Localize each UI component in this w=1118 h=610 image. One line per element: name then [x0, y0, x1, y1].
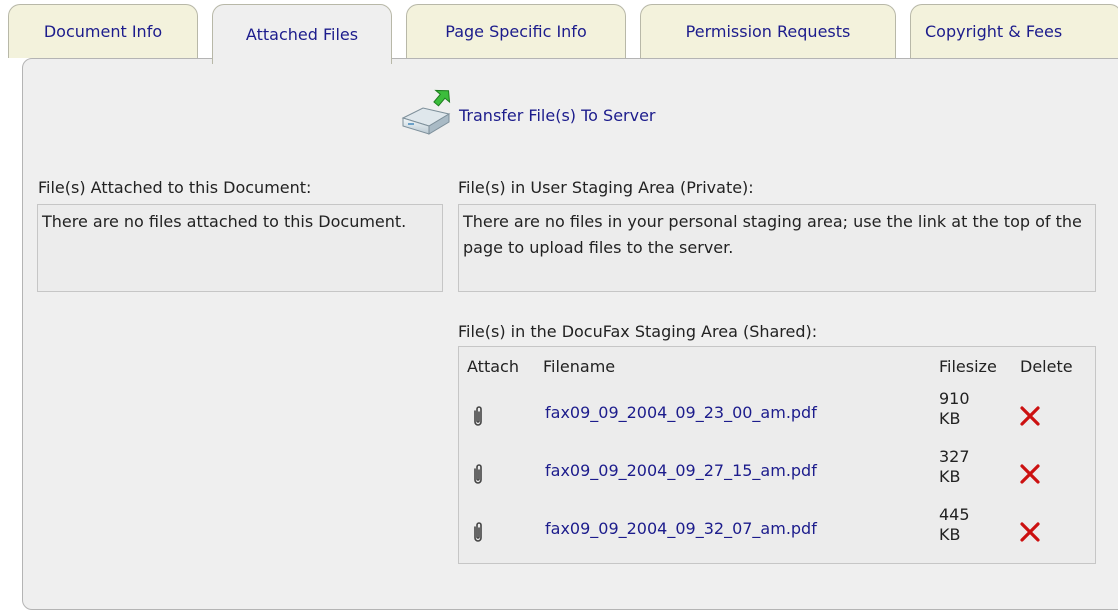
filename-link[interactable]: fax09_09_2004_09_32_07_am.pdf [545, 519, 817, 538]
filesize-number: 445 [939, 505, 970, 524]
column-header-filename: Filename [543, 357, 616, 376]
column-header-filesize: Filesize [939, 357, 997, 376]
filesize-value: 910 KB [939, 389, 979, 429]
delete-x-icon[interactable] [1019, 463, 1041, 489]
tab-attached-files[interactable]: Attached Files [212, 4, 392, 64]
tab-document-info[interactable]: Document Info [8, 4, 198, 58]
shared-staging-heading: File(s) in the DocuFax Staging Area (Sha… [458, 322, 818, 341]
delete-x-icon[interactable] [1019, 405, 1041, 431]
tab-page-specific-info[interactable]: Page Specific Info [406, 4, 626, 58]
tab-label: Permission Requests [685, 22, 851, 41]
table-row: fax09_09_2004_09_27_15_am.pdf 327 KB [459, 447, 1095, 505]
user-staging-empty-text: There are no files in your personal stag… [463, 212, 1082, 257]
paperclip-icon[interactable] [472, 521, 484, 547]
shared-staging-table: Attach Filename Filesize Delete fax09_09… [458, 346, 1096, 564]
filesize-number: 910 [939, 389, 970, 408]
column-header-delete: Delete [1020, 357, 1073, 376]
filename-link[interactable]: fax09_09_2004_09_23_00_am.pdf [545, 403, 817, 422]
tab-bar: Document Info Attached Files Page Specif… [0, 0, 1118, 64]
tab-label: Page Specific Info [445, 22, 587, 41]
upload-drive-icon [399, 84, 455, 144]
transfer-files-link[interactable]: Transfer File(s) To Server [399, 86, 656, 142]
attached-files-box: There are no files attached to this Docu… [37, 204, 443, 292]
delete-x-icon[interactable] [1019, 521, 1041, 547]
tab-label: Copyright & Fees [925, 22, 1063, 41]
attached-files-empty-text: There are no files attached to this Docu… [42, 212, 407, 231]
paperclip-icon[interactable] [472, 405, 484, 431]
filesize-unit: KB [939, 525, 961, 544]
filename-link[interactable]: fax09_09_2004_09_27_15_am.pdf [545, 461, 817, 480]
tab-label: Document Info [43, 22, 163, 41]
filesize-number: 327 [939, 447, 970, 466]
table-row: fax09_09_2004_09_23_00_am.pdf 910 KB [459, 389, 1095, 447]
user-staging-heading: File(s) in User Staging Area (Private): [458, 178, 754, 197]
attached-files-heading: File(s) Attached to this Document: [38, 178, 312, 197]
filesize-value: 327 KB [939, 447, 979, 487]
filesize-value: 445 KB [939, 505, 979, 545]
tab-copyright-fees[interactable]: Copyright & Fees [910, 4, 1118, 58]
user-staging-box: There are no files in your personal stag… [458, 204, 1096, 292]
tab-permission-requests[interactable]: Permission Requests [640, 4, 896, 58]
tab-label: Attached Files [245, 25, 359, 44]
filesize-unit: KB [939, 467, 961, 486]
column-header-attach: Attach [467, 357, 519, 376]
transfer-files-label: Transfer File(s) To Server [459, 105, 656, 125]
filesize-unit: KB [939, 409, 961, 428]
paperclip-icon[interactable] [472, 463, 484, 489]
table-row: fax09_09_2004_09_32_07_am.pdf 445 KB [459, 505, 1095, 563]
